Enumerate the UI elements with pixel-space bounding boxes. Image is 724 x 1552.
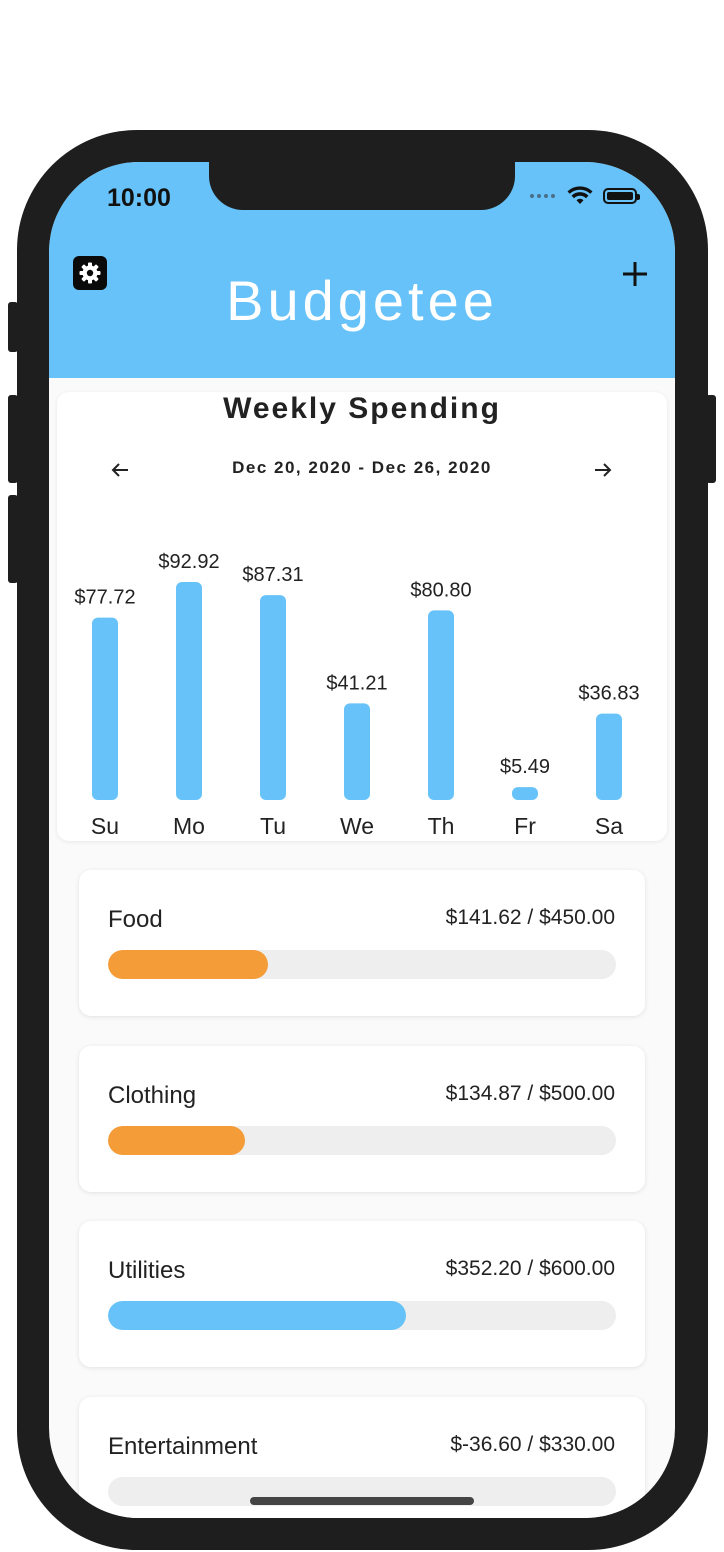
app-title: Budgetee <box>226 269 498 332</box>
cellular-signal-icon <box>530 194 555 198</box>
budget-name: Clothing <box>108 1082 197 1109</box>
day-label: We <box>340 813 374 839</box>
budget-name: Entertainment <box>108 1433 258 1460</box>
bar-value-label: $80.80 <box>410 579 471 601</box>
budget-card-2[interactable]: Clothing $134.87 / $500.00 <box>79 1046 645 1192</box>
budget-amount: $-36.60 / $330.00 <box>450 1433 615 1456</box>
budget-card-3[interactable]: Utilities $352.20 / $600.00 <box>79 1221 645 1367</box>
bar-th <box>428 610 454 800</box>
day-label: Mo <box>173 813 205 839</box>
battery-icon <box>603 188 640 204</box>
bar-value-label: $36.83 <box>578 683 639 705</box>
day-label: Su <box>91 813 119 839</box>
status-time: 10:00 <box>107 184 171 212</box>
weekly-spending-chart: $77.72 Su $92.92 Mo $87.31 Tu $41.21 We $80.80 Th… <box>74 551 639 839</box>
budget-progress-fill <box>108 950 268 979</box>
plus-icon <box>623 262 647 286</box>
day-label: Sa <box>595 813 623 839</box>
day-label: Tu <box>260 813 286 839</box>
bar-tu <box>260 595 286 800</box>
home-indicator <box>250 1497 474 1505</box>
bar-value-label: $87.31 <box>242 564 303 586</box>
device-notch <box>209 162 515 210</box>
bar-mo <box>176 582 202 800</box>
app-bar: 10:00 Budgetee <box>49 162 675 378</box>
phone-screen: 10:00 Budgetee Weekly Spending Dec 20, 2… <box>49 162 675 1518</box>
bar-value-label: $5.49 <box>500 756 550 778</box>
day-label: Th <box>428 813 455 839</box>
status-icons <box>530 186 640 206</box>
bar-value-label: $77.72 <box>74 587 135 609</box>
budget-amount: $134.87 / $500.00 <box>445 1082 615 1105</box>
weekly-spending-card: Weekly Spending Dec 20, 2020 - Dec 26, 2… <box>57 392 667 841</box>
budget-card-1[interactable]: Food $141.62 / $450.00 <box>79 870 645 1016</box>
budget-amount: $352.20 / $600.00 <box>445 1257 615 1280</box>
budget-progress-track <box>108 1126 616 1155</box>
budget-progress-fill <box>108 1126 245 1155</box>
bar-sa <box>596 713 622 800</box>
budget-name: Utilities <box>108 1257 186 1284</box>
bar-su <box>92 617 118 800</box>
budget-progress-fill <box>108 1301 407 1330</box>
budget-amount: $141.62 / $450.00 <box>445 906 615 929</box>
bar-fr <box>512 787 538 800</box>
budget-progress-track <box>108 950 616 979</box>
budget-name: Food <box>108 906 163 933</box>
day-label: Fr <box>514 813 536 839</box>
bar-value-label: $41.21 <box>326 672 387 694</box>
bar-value-label: $92.92 <box>158 551 219 573</box>
wifi-icon <box>567 186 593 204</box>
bar-we <box>344 703 370 800</box>
budget-progress-track <box>108 1301 616 1330</box>
add-button[interactable] <box>615 254 655 294</box>
